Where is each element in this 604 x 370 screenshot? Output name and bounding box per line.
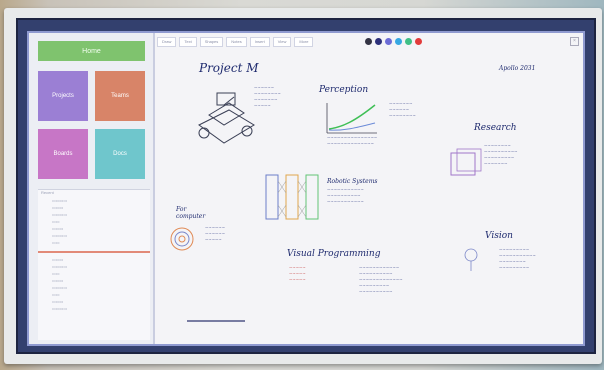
tab-text[interactable]: Text: [179, 37, 197, 47]
tile-projects[interactable]: Projects: [38, 71, 88, 121]
target-sketch-icon: [170, 227, 194, 251]
recent-list: Recent ▭▭▭▭ ▭▭▭ ▭▭▭▭ ▭▭ ▭▭▭ ▭▭▭▭ ▭▭ ▭▭▭ …: [38, 189, 150, 340]
corner-note: Apollo 2031: [499, 65, 536, 72]
list-item[interactable]: ▭▭▭▭: [38, 212, 150, 219]
handwritten-note: ~~~~~~~~~~~ ~~~~~~~~~~ ~~~~~~~~~~~: [327, 187, 364, 204]
color-swatch[interactable]: [375, 38, 382, 45]
handwritten-note: ~~~~~~~~ ~~~~~~~~~~ ~~~~~~~~~ ~~~~~~~: [484, 143, 518, 166]
list-divider: [38, 251, 150, 253]
list-item[interactable]: ▭▭▭: [38, 226, 150, 233]
neural-network-sketch: [265, 174, 319, 220]
tab-more[interactable]: More: [294, 37, 314, 47]
close-icon[interactable]: ×: [570, 37, 579, 46]
handwritten-note: ~~~~~~~~~~~~~~~ ~~~~~~~~~~~~~~: [327, 135, 378, 146]
section-for: For computer: [176, 206, 206, 220]
list-item[interactable]: ▭▭▭▭: [38, 306, 150, 313]
tile-boards[interactable]: Boards: [38, 129, 88, 179]
robot-sketch-icon: [198, 92, 255, 144]
tab-notes[interactable]: Notes: [226, 37, 247, 47]
list-item[interactable]: ▭▭▭: [38, 205, 150, 212]
list-item[interactable]: ▭▭▭: [38, 299, 150, 306]
handwritten-note: ~~~~~~~~~ ~~~~~~~~~~~ ~~~~~~~~ ~~~~~~~~~: [499, 247, 536, 270]
color-swatch[interactable]: [365, 38, 372, 45]
color-swatch[interactable]: [395, 38, 402, 45]
list-item[interactable]: ▭▭▭: [38, 257, 150, 264]
list-item[interactable]: ▭▭▭▭: [38, 285, 150, 292]
perception-curve-sketch: [326, 103, 377, 134]
section-research: Research: [474, 123, 517, 133]
handwritten-note: ~~~~~~ ~~~~~~ ~~~~~: [205, 225, 226, 242]
list-item[interactable]: ▭▭▭▭: [38, 233, 150, 240]
color-swatch[interactable]: [405, 38, 412, 45]
tab-insert[interactable]: Insert: [249, 37, 270, 47]
handwritten-note: ~~~~~~~ ~~~~~~ ~~~~~~~~: [389, 101, 416, 118]
list-item[interactable]: ▭▭: [38, 292, 150, 299]
color-swatch[interactable]: [415, 38, 422, 45]
signature-underline: [187, 320, 245, 322]
section-vision: Vision: [485, 231, 513, 241]
vision-sketch-icon: [464, 248, 478, 271]
list-item[interactable]: ▭▭: [38, 240, 150, 247]
toolbar-tabs: Draw Text Shapes Notes Insert View More: [157, 37, 314, 47]
section-robotic: Robotic Systems: [327, 178, 378, 185]
research-box-sketch: [450, 148, 482, 176]
home-button[interactable]: Home: [38, 41, 145, 61]
list-item[interactable]: ▭▭: [38, 219, 150, 226]
canvas-title: Project M: [199, 61, 259, 75]
tab-view[interactable]: View: [272, 37, 292, 47]
tile-docs[interactable]: Docs: [95, 129, 145, 179]
color-swatch[interactable]: [385, 38, 392, 45]
whiteboard-screen: Home Projects Teams Boards Docs Recent ▭…: [27, 31, 585, 346]
section-perception: Perception: [319, 85, 369, 95]
list-item[interactable]: ▭▭▭: [38, 278, 150, 285]
handwritten-note: ~~~~~ ~~~~~ ~~~~~: [289, 265, 306, 282]
tab-draw[interactable]: Draw: [157, 37, 177, 47]
list-item[interactable]: ▭▭: [38, 271, 150, 278]
tile-teams[interactable]: Teams: [95, 71, 145, 121]
list-header: Recent: [41, 190, 54, 195]
sidebar: Home Projects Teams Boards Docs Recent ▭…: [29, 33, 155, 344]
section-visual-programming: Visual Programming: [287, 249, 381, 259]
list-item[interactable]: ▭▭▭▭: [38, 264, 150, 271]
handwritten-note: ~~~~~~~~~~~~ ~~~~~~~~~~ ~~~~~~~~~~~~~ ~~…: [359, 265, 403, 294]
color-swatches: [365, 38, 422, 45]
tab-shapes[interactable]: Shapes: [199, 37, 224, 47]
list-item[interactable]: ▭▭▭▭: [38, 198, 150, 205]
